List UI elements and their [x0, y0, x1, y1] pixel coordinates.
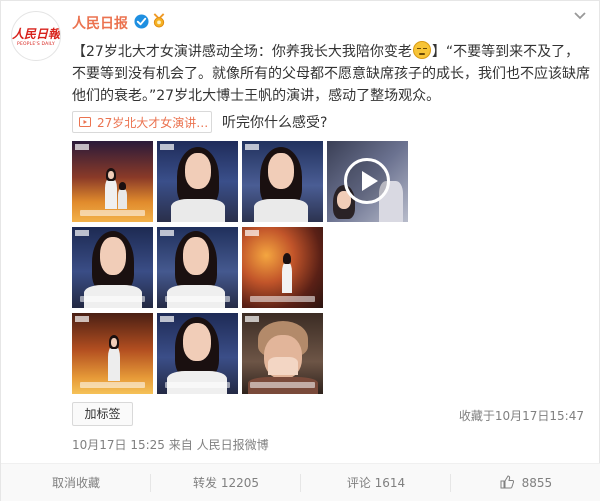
video-icon — [79, 117, 91, 127]
thumbs-up-icon — [500, 475, 514, 489]
avatar-logo-subtext: PEOPLE'S DAILY — [17, 42, 55, 47]
image-thumbnail-9[interactable] — [157, 313, 238, 394]
post-text: 【27岁北大才女演讲感动全场：你养我长大我陪你变老 】“不要等到来不及了，不要等到… — [72, 41, 592, 107]
unfavorite-button[interactable]: 取消收藏 — [1, 464, 151, 501]
image-thumbnail-10[interactable] — [242, 313, 323, 394]
image-thumbnail-3[interactable] — [242, 141, 323, 222]
video-thumbnail[interactable] — [327, 141, 408, 222]
image-thumbnail-8[interactable] — [72, 313, 153, 394]
action-bar: 取消收藏 转发 12205 评论 1614 8855 — [1, 463, 600, 501]
like-count: 8855 — [521, 476, 553, 490]
image-thumbnail-1[interactable] — [72, 141, 153, 222]
repost-label: 转发 12205 — [193, 476, 259, 490]
post-meta: 10月17日 15:25 来自 人民日报微博 — [72, 438, 269, 452]
favorited-time: 收藏于10月17日15:47 — [458, 409, 584, 423]
comment-button[interactable]: 评论 1614 — [301, 464, 451, 501]
add-tag-button[interactable]: 加标签 — [72, 402, 133, 426]
image-thumbnail-2[interactable] — [157, 141, 238, 222]
post-question-text: 听完你什么感受? — [222, 115, 328, 131]
weibo-post-card: 人民日報 PEOPLE'S DAILY 人民日报 【27岁北大才女演讲感动全场：… — [0, 0, 600, 501]
image-thumbnail-7[interactable] — [242, 227, 323, 308]
chevron-down-icon[interactable] — [573, 11, 587, 21]
comment-label: 评论 1614 — [346, 476, 406, 490]
play-icon[interactable] — [344, 158, 390, 204]
medal-icon — [153, 13, 165, 28]
post-text-part-1: 【27岁北大才女演讲感动全场：你养我长大我陪你变老 — [72, 44, 412, 60]
sad-face-emoji-icon — [412, 41, 431, 59]
like-button[interactable]: 8855 — [451, 464, 600, 501]
repost-button[interactable]: 转发 12205 — [151, 464, 301, 501]
verified-badge-icon — [134, 14, 149, 29]
avatar-logo-text: 人民日報 — [12, 27, 61, 41]
video-link-label: 27岁北大才女演讲… — [97, 116, 209, 130]
image-thumbnail-5[interactable] — [72, 227, 153, 308]
avatar[interactable]: 人民日報 PEOPLE'S DAILY — [11, 11, 61, 61]
video-link[interactable]: 27岁北大才女演讲… — [72, 111, 212, 133]
image-thumbnail-6[interactable] — [157, 227, 238, 308]
user-name-link[interactable]: 人民日报 — [72, 13, 128, 33]
unfavorite-label: 取消收藏 — [51, 476, 100, 490]
